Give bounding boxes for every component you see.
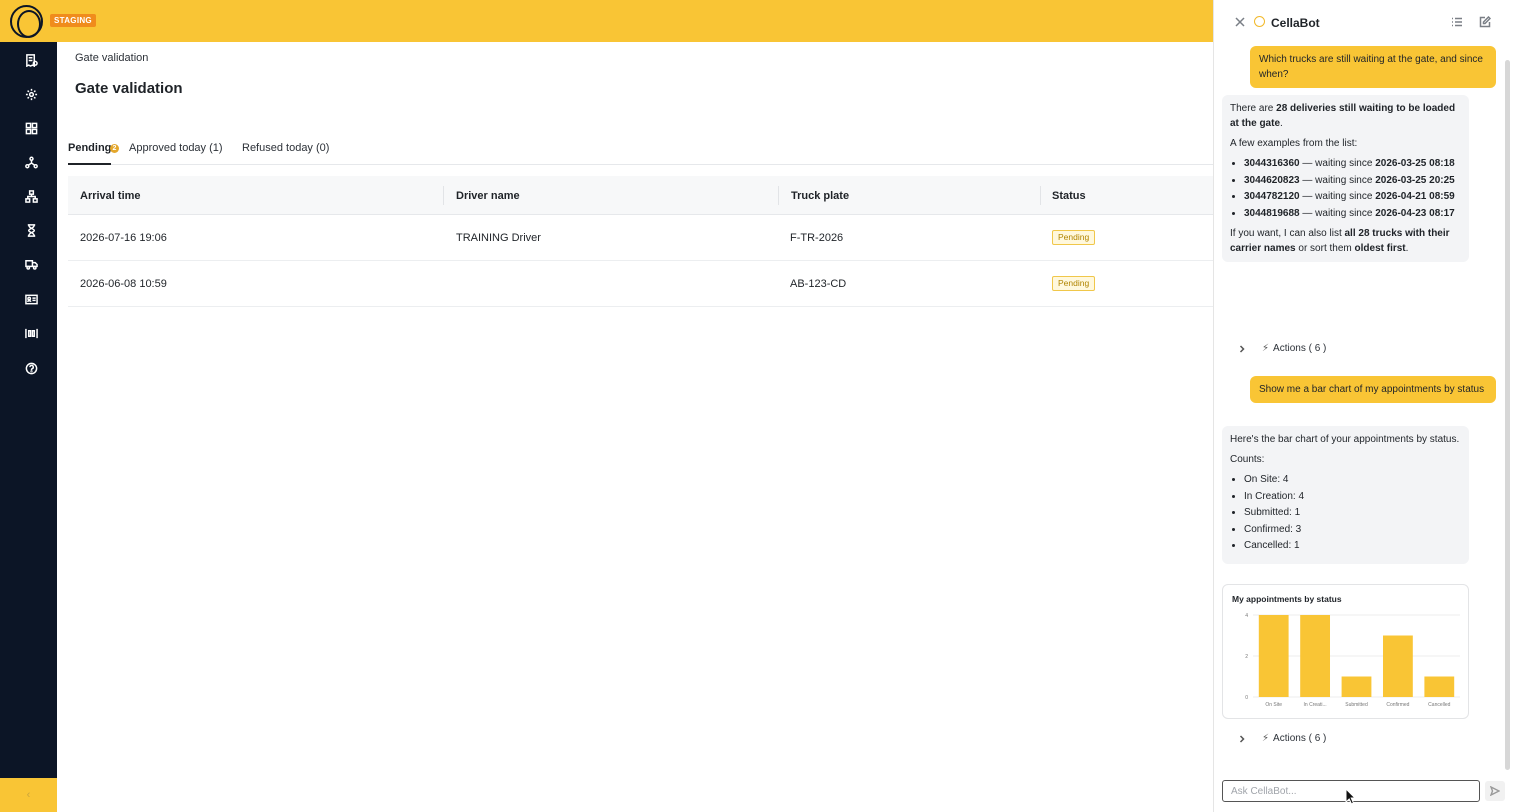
chevron-right-icon: [1238, 344, 1246, 353]
actions-label: Actions ( 6 ): [1273, 343, 1327, 354]
y-tick-label: 4: [1245, 613, 1248, 619]
network-icon[interactable]: [22, 153, 40, 171]
receipt-icon[interactable]: [22, 51, 40, 69]
id-card-icon[interactable]: [22, 290, 40, 308]
environment-badge: STAGING: [50, 14, 96, 27]
close-icon[interactable]: [1234, 15, 1246, 27]
user-message: Show me a bar chart of my appointments b…: [1250, 376, 1496, 403]
chevron-right-icon: [1238, 734, 1246, 743]
appointments-bar-chart: My appointments by status 0 2 4 On Site In C…: [1222, 584, 1469, 719]
list-item: On Site: 4: [1244, 472, 1461, 487]
bar-chart-svg: 0 2 4 On Site In Creati... Submitted Confirmed…: [1245, 613, 1460, 708]
list-item: Submitted: 1: [1244, 505, 1461, 520]
bar: [1424, 676, 1455, 697]
bar: [1341, 676, 1372, 697]
y-tick-label: 2: [1245, 654, 1248, 660]
bar: [1382, 635, 1413, 697]
column-header-status[interactable]: Status: [1052, 190, 1086, 202]
list-icon[interactable]: [1451, 15, 1463, 27]
table-row[interactable]: 2026-07-16 19:06 TRAINING Driver F-TR-20…: [68, 215, 1213, 261]
chat-title: CellaBot: [1271, 16, 1320, 30]
list-item: 3044819688 — waiting since 2026-04-23 08…: [1244, 206, 1461, 221]
list-item: 3044782120 — waiting since 2026-04-21 08…: [1244, 189, 1461, 204]
status-counts-list: On Site: 4 In Creation: 4 Submitted: 1 C…: [1230, 472, 1461, 553]
bar: [1300, 615, 1331, 697]
tab-bar: Pending 2 Approved today (1) Refused tod…: [68, 136, 1213, 165]
chat-bubble-icon: [1254, 16, 1265, 27]
arrival-time-cell: 2026-07-16 19:06: [80, 232, 167, 244]
sidebar: ‹: [0, 42, 57, 812]
gear-icon[interactable]: [22, 85, 40, 103]
table-row[interactable]: 2026-06-08 10:59 AB-123-CD Pending: [68, 261, 1213, 307]
main-content: Gate validation Gate validation Pending …: [57, 42, 1213, 812]
actions-expander[interactable]: ⚡︎ Actions ( 6 ): [1238, 343, 1326, 354]
bot-message: Here's the bar chart of your appointment…: [1222, 426, 1469, 564]
hierarchy-icon[interactable]: [22, 187, 40, 205]
column-divider[interactable]: [443, 186, 444, 205]
truck-plate-cell: F-TR-2026: [790, 232, 844, 244]
column-header-driver-name[interactable]: Driver name: [456, 190, 520, 202]
x-tick-label: In Creati...: [1304, 702, 1327, 708]
send-icon: [1490, 786, 1500, 796]
x-tick-label: Confirmed: [1386, 702, 1409, 708]
page-title: Gate validation: [75, 80, 183, 97]
waiting-trucks-list: 3044316360 — waiting since 2026-03-25 08…: [1230, 156, 1461, 221]
list-item: 3044316360 — waiting since 2026-03-25 08…: [1244, 156, 1461, 171]
column-header-truck-plate[interactable]: Truck plate: [791, 190, 849, 202]
top-bar: STAGING: [0, 0, 1213, 42]
arrival-time-cell: 2026-06-08 10:59: [80, 278, 167, 290]
driver-name-cell: TRAINING Driver: [456, 232, 541, 244]
pending-count-badge: 2: [110, 144, 119, 153]
dock-icon[interactable]: [22, 324, 40, 342]
help-icon[interactable]: [22, 359, 40, 377]
tab-approved-today[interactable]: Approved today (1): [129, 142, 223, 154]
send-button[interactable]: [1485, 781, 1505, 801]
status-badge: Pending: [1052, 276, 1096, 291]
collapse-sidebar-button[interactable]: ‹: [0, 778, 57, 812]
table-header: Arrival time Driver name Truck plate Sta…: [68, 176, 1213, 215]
column-divider[interactable]: [778, 186, 779, 205]
column-divider[interactable]: [1040, 186, 1041, 205]
chat-scrollbar[interactable]: [1505, 60, 1510, 770]
dashboard-icon[interactable]: [22, 119, 40, 137]
x-tick-label: On Site: [1265, 702, 1282, 708]
list-item: Cancelled: 1: [1244, 538, 1461, 553]
tab-refused-today[interactable]: Refused today (0): [242, 142, 329, 154]
truck-plate-cell: AB-123-CD: [790, 278, 847, 290]
breadcrumb[interactable]: Gate validation: [75, 52, 148, 64]
actions-expander[interactable]: ⚡︎ Actions ( 6 ): [1238, 733, 1326, 744]
x-tick-label: Submitted: [1345, 702, 1368, 708]
list-item: Confirmed: 3: [1244, 522, 1461, 537]
chat-panel: CellaBot Which trucks are still waiting …: [1213, 0, 1513, 812]
column-header-arrival-time[interactable]: Arrival time: [80, 190, 141, 202]
list-item: In Creation: 4: [1244, 489, 1461, 504]
bar: [1258, 615, 1289, 697]
x-tick-label: Cancelled: [1428, 702, 1450, 708]
bolt-icon: ⚡︎: [1262, 733, 1270, 744]
chart-title: My appointments by status: [1232, 594, 1342, 604]
chat-header: CellaBot: [1214, 0, 1513, 44]
truck-icon[interactable]: [22, 255, 40, 273]
tab-label: Pending: [68, 142, 112, 154]
gate-validation-table: Arrival time Driver name Truck plate Sta…: [68, 176, 1213, 307]
y-tick-label: 0: [1245, 695, 1248, 701]
logo[interactable]: [10, 5, 43, 38]
new-chat-icon[interactable]: [1479, 15, 1492, 28]
user-message: Which trucks are still waiting at the ga…: [1250, 46, 1496, 88]
tab-pending[interactable]: Pending 2: [68, 142, 119, 165]
bot-message: There are 28 deliveries still waiting to…: [1222, 95, 1469, 262]
bolt-icon: ⚡︎: [1262, 343, 1270, 354]
list-item: 3044620823 — waiting since 2026-03-25 20…: [1244, 173, 1461, 188]
actions-label: Actions ( 6 ): [1273, 733, 1327, 744]
status-badge: Pending: [1052, 230, 1096, 245]
hourglass-icon[interactable]: [22, 221, 40, 239]
chat-messages[interactable]: Which trucks are still waiting at the ga…: [1214, 44, 1513, 772]
chevron-left-icon: ‹: [26, 789, 31, 801]
mouse-cursor-icon: [1345, 788, 1357, 805]
